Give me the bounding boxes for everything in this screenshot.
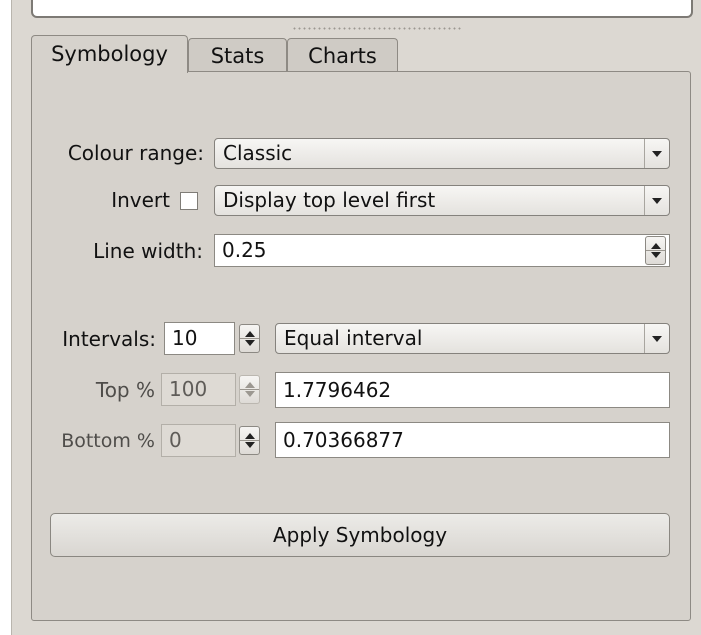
interval-method-value: Equal interval <box>284 326 423 350</box>
stepper-divider <box>240 338 259 339</box>
down-arrow-icon <box>651 252 661 258</box>
chevron-down-icon <box>644 324 669 353</box>
down-arrow-icon <box>245 442 255 448</box>
interval-method-select[interactable]: Equal interval <box>275 323 670 354</box>
bottom-percent-label: Bottom % <box>61 430 155 452</box>
line-width-label: Line width: <box>93 239 203 263</box>
stepper-divider <box>646 250 665 251</box>
symbology-panel: Symbology Stats Charts Colour range: Cla… <box>0 0 701 635</box>
tab-symbology[interactable]: Symbology <box>31 35 188 73</box>
colour-range-select[interactable]: Classic <box>214 138 670 169</box>
apply-symbology-button[interactable]: Apply Symbology <box>50 513 670 557</box>
top-percent-input: 100 <box>161 373 236 406</box>
line-width-stepper[interactable] <box>645 236 666 265</box>
down-arrow-icon <box>245 340 255 346</box>
up-arrow-icon <box>245 382 255 388</box>
up-arrow-icon <box>245 433 255 439</box>
top-value-input[interactable]: 1.7796462 <box>275 372 670 408</box>
colour-range-label: Colour range: <box>67 141 204 165</box>
display-order-select[interactable]: Display top level first <box>214 185 670 216</box>
intervals-label: Intervals: <box>62 327 156 351</box>
top-percent-stepper <box>239 375 260 404</box>
line-width-input[interactable]: 0.25 <box>214 234 670 267</box>
intervals-stepper[interactable] <box>239 324 260 353</box>
bottom-percent-input: 0 <box>161 424 236 457</box>
bottom-percent-stepper <box>239 426 260 455</box>
up-arrow-icon <box>245 331 255 337</box>
upper-list-box <box>31 0 693 18</box>
down-arrow-icon <box>245 391 255 397</box>
chevron-down-icon <box>644 139 669 168</box>
tab-charts[interactable]: Charts <box>287 38 398 72</box>
invert-label: Invert <box>111 188 170 212</box>
chevron-down-icon <box>644 186 669 215</box>
display-order-value: Display top level first <box>223 188 436 212</box>
stepper-divider <box>240 440 259 441</box>
top-percent-label: Top % <box>95 378 155 402</box>
bottom-value-input[interactable]: 0.70366877 <box>275 422 670 458</box>
splitter-handle[interactable] <box>292 27 462 30</box>
stepper-divider <box>240 389 259 390</box>
up-arrow-icon <box>651 243 661 249</box>
intervals-input[interactable]: 10 <box>164 322 235 355</box>
tab-stats[interactable]: Stats <box>188 38 287 72</box>
invert-checkbox[interactable] <box>180 192 198 210</box>
colour-range-value: Classic <box>223 141 293 165</box>
